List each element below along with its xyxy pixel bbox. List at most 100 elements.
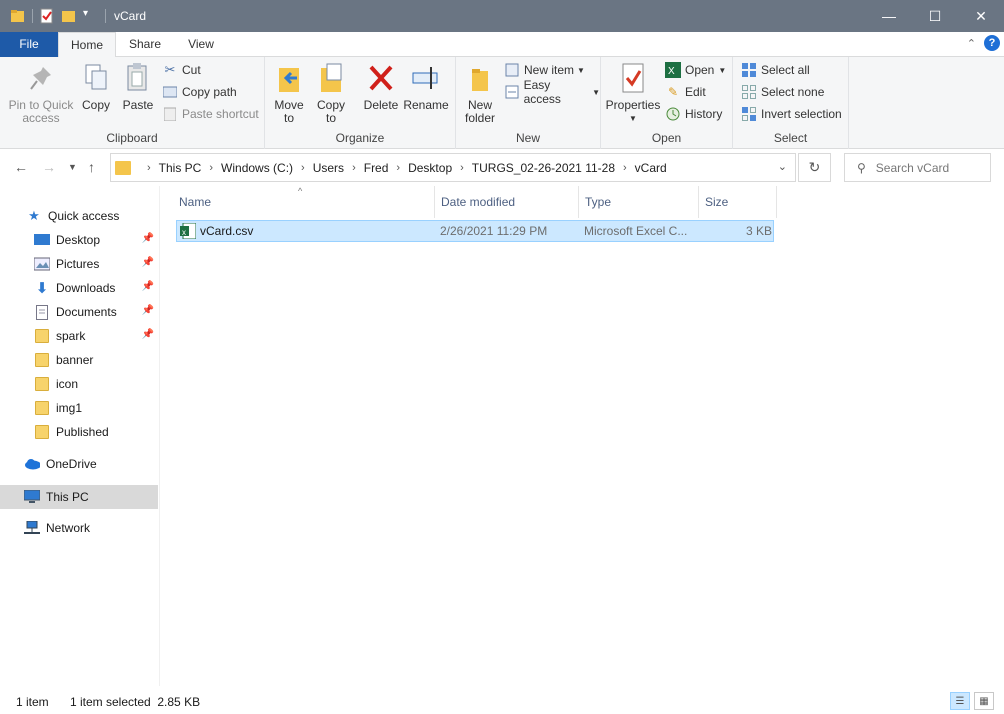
refresh-button[interactable]: ↻ bbox=[798, 153, 831, 182]
select-all-label: Select all bbox=[761, 63, 810, 77]
file-type: Microsoft Excel C... bbox=[584, 224, 688, 238]
copy-to-button[interactable]: Copy to bbox=[315, 61, 347, 125]
breadcrumb-separator[interactable]: › bbox=[147, 162, 151, 174]
nav-item-desktop[interactable]: Desktop 📌 bbox=[0, 228, 158, 252]
recent-locations-chevron-icon[interactable]: ▼ bbox=[68, 162, 77, 172]
breadcrumb-turgs[interactable]: TURGS_02-26-2021 11-28 bbox=[472, 161, 615, 175]
nav-item-icon[interactable]: icon bbox=[0, 372, 158, 396]
rename-button[interactable]: Rename bbox=[403, 61, 449, 112]
nav-item-banner[interactable]: banner bbox=[0, 348, 158, 372]
nav-item-img1[interactable]: img1 bbox=[0, 396, 158, 420]
table-row[interactable]: x vCard.csv 2/26/2021 11:29 PM Microsoft… bbox=[176, 220, 774, 242]
tab-home[interactable]: Home bbox=[58, 32, 116, 58]
nav-item-pictures[interactable]: Pictures 📌 bbox=[0, 252, 158, 276]
collapse-ribbon-icon[interactable]: ⌃ bbox=[967, 37, 976, 50]
cut-button[interactable]: ✂ Cut bbox=[162, 61, 201, 79]
nav-network[interactable]: Network bbox=[0, 516, 158, 540]
column-header-type[interactable]: Type bbox=[579, 186, 699, 218]
delete-icon bbox=[365, 61, 397, 95]
pin-to-quick-access-button[interactable]: Pin to Quick access bbox=[8, 61, 74, 125]
nav-item-documents[interactable]: Documents 📌 bbox=[0, 300, 158, 324]
breadcrumb-separator[interactable]: › bbox=[623, 162, 627, 174]
column-header-size[interactable]: Size bbox=[699, 186, 777, 218]
pin-icon[interactable]: 📌 bbox=[142, 281, 154, 292]
new-group: New folder New item ▼ Easy access ▼ New bbox=[456, 57, 601, 149]
move-to-button[interactable]: Move to bbox=[273, 61, 305, 125]
pin-icon[interactable]: 📌 bbox=[142, 233, 154, 244]
breadcrumb-drive[interactable]: Windows (C:) bbox=[221, 161, 293, 175]
delete-button[interactable]: Delete bbox=[363, 61, 399, 112]
paste-shortcut-button[interactable]: Paste shortcut bbox=[162, 105, 259, 123]
properties-icon[interactable] bbox=[39, 8, 55, 24]
easy-access-label: Easy access bbox=[523, 78, 561, 106]
item-count: 1 item bbox=[16, 695, 49, 709]
new-folder-icon[interactable] bbox=[61, 8, 77, 24]
invert-selection-icon bbox=[741, 106, 757, 122]
details-view-icon[interactable]: ☰ bbox=[950, 692, 970, 710]
breadcrumb-separator[interactable]: › bbox=[460, 162, 464, 174]
breadcrumb-separator[interactable]: › bbox=[396, 162, 400, 174]
nav-item-downloads[interactable]: ⬇ Downloads 📌 bbox=[0, 276, 158, 300]
edit-button[interactable]: ✎ Edit bbox=[665, 83, 706, 101]
close-button[interactable]: ✕ bbox=[958, 0, 1004, 32]
nav-label: icon bbox=[56, 377, 79, 391]
breadcrumb-users[interactable]: Users bbox=[313, 161, 344, 175]
breadcrumb-this-pc[interactable]: This PC bbox=[159, 161, 202, 175]
tab-file[interactable]: File bbox=[0, 32, 58, 57]
select-none-button[interactable]: Select none bbox=[741, 83, 824, 101]
column-header-date-modified[interactable]: Date modified bbox=[435, 186, 579, 218]
pin-icon[interactable]: 📌 bbox=[142, 257, 154, 268]
navigation-bar: ← → ▼ ↑ › This PC › Windows (C:) › Users… bbox=[0, 150, 1004, 186]
column-header-name[interactable]: Name bbox=[173, 186, 435, 218]
minimize-button[interactable]: — bbox=[866, 0, 912, 32]
copy-to-icon bbox=[315, 61, 347, 95]
nav-item-published[interactable]: Published bbox=[0, 420, 158, 444]
tab-view[interactable]: View bbox=[176, 32, 226, 57]
copy-to-label-line2: to bbox=[325, 111, 336, 125]
select-all-button[interactable]: Select all bbox=[741, 61, 810, 79]
move-to-icon bbox=[273, 61, 305, 95]
svg-text:x: x bbox=[182, 228, 186, 237]
history-button[interactable]: History bbox=[665, 105, 722, 123]
ribbon-tabs: File Home Share View ⌃ ? bbox=[0, 32, 1004, 58]
nav-quick-access[interactable]: ★ Quick access bbox=[26, 204, 156, 228]
nav-onedrive[interactable]: OneDrive bbox=[0, 452, 158, 476]
forward-arrow-icon[interactable]: → bbox=[42, 159, 56, 175]
new-folder-button[interactable]: New folder bbox=[462, 61, 498, 125]
customize-toolbar-icon[interactable]: ▾ bbox=[83, 8, 99, 24]
folder-icon bbox=[34, 328, 50, 344]
new-folder-label-line2: folder bbox=[464, 111, 496, 125]
open-button[interactable]: X Open ▼ bbox=[665, 61, 726, 79]
breadcrumb-separator[interactable]: › bbox=[209, 162, 213, 174]
address-bar[interactable]: › This PC › Windows (C:) › Users › Fred … bbox=[110, 153, 796, 182]
copy-button[interactable]: Copy bbox=[80, 61, 112, 112]
pin-icon[interactable]: 📌 bbox=[142, 329, 154, 340]
breadcrumb-separator[interactable]: › bbox=[352, 162, 356, 174]
easy-access-button[interactable]: Easy access ▼ bbox=[504, 78, 600, 106]
new-item-button[interactable]: New item ▼ bbox=[504, 61, 585, 79]
nav-label: Pictures bbox=[56, 257, 100, 271]
tab-share[interactable]: Share bbox=[120, 32, 170, 57]
back-arrow-icon[interactable]: ← bbox=[14, 159, 28, 175]
breadcrumb-desktop[interactable]: Desktop bbox=[408, 161, 452, 175]
file-list: ^ Name Date modified Type Size x vCard.c… bbox=[161, 186, 1004, 686]
paste-button[interactable]: Paste bbox=[120, 61, 156, 112]
invert-selection-button[interactable]: Invert selection bbox=[741, 105, 842, 123]
copy-path-button[interactable]: Copy path bbox=[162, 83, 237, 101]
nav-this-pc[interactable]: This PC bbox=[0, 485, 158, 509]
large-icons-view-icon[interactable]: ▦ bbox=[974, 692, 994, 710]
breadcrumb-vcard[interactable]: vCard bbox=[635, 161, 667, 175]
excel-file-icon: x bbox=[180, 222, 197, 242]
pin-icon[interactable]: 📌 bbox=[142, 305, 154, 316]
copy-label: Copy bbox=[81, 98, 110, 112]
properties-button[interactable]: Properties ▼ bbox=[606, 61, 660, 125]
help-icon[interactable]: ? bbox=[984, 35, 1000, 51]
search-box[interactable]: ⚲ Search vCard bbox=[844, 153, 991, 182]
breadcrumb-fred[interactable]: Fred bbox=[364, 161, 389, 175]
maximize-button[interactable]: ☐ bbox=[912, 0, 958, 32]
address-dropdown-chevron-icon[interactable]: ⌄ bbox=[778, 160, 787, 173]
up-arrow-icon[interactable]: ↑ bbox=[88, 159, 95, 175]
breadcrumb-separator[interactable]: › bbox=[301, 162, 305, 174]
chevron-down-icon: ▼ bbox=[718, 65, 727, 75]
nav-item-spark[interactable]: spark 📌 bbox=[0, 324, 158, 348]
